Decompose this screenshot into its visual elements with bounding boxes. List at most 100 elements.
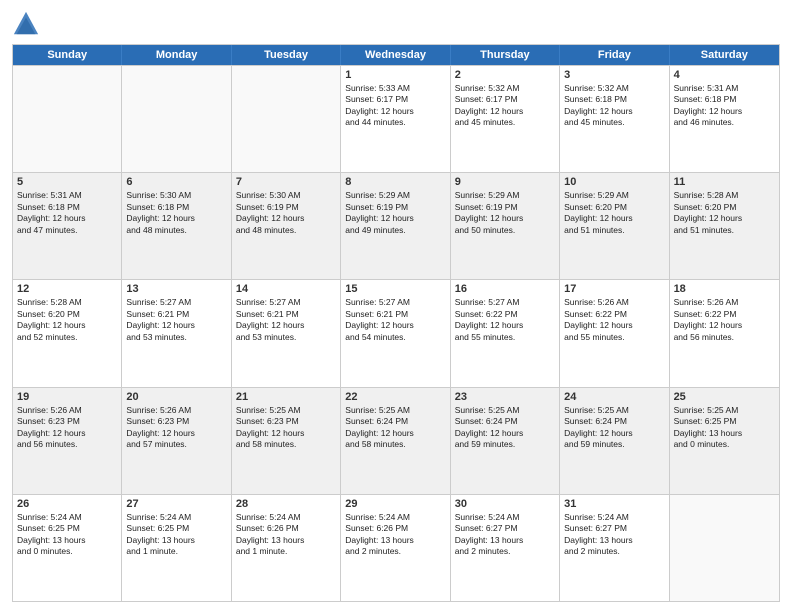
day-number: 7 (236, 176, 336, 188)
weekday-header-friday: Friday (560, 45, 669, 65)
day-info: Sunrise: 5:26 AM Sunset: 6:23 PM Dayligh… (17, 405, 117, 451)
day-info: Sunrise: 5:29 AM Sunset: 6:20 PM Dayligh… (564, 190, 664, 236)
day-info: Sunrise: 5:26 AM Sunset: 6:22 PM Dayligh… (674, 297, 775, 343)
day-cell-11: 11Sunrise: 5:28 AM Sunset: 6:20 PM Dayli… (670, 173, 779, 279)
day-number: 30 (455, 498, 555, 510)
day-cell-5: 5 Sunrise: 5:31 AM Sunset: 6:18 PM Daylig… (13, 173, 122, 279)
empty-cell-r4c6 (670, 495, 779, 601)
day-cell-9: 9Sunrise: 5:29 AM Sunset: 6:19 PM Daylig… (451, 173, 560, 279)
day-number: 21 (236, 391, 336, 403)
day-cell-6: 6Sunrise: 5:30 AM Sunset: 6:18 PM Daylig… (122, 173, 231, 279)
day-cell-30: 30 Sunrise: 5:24 AM Sunset: 6:27 PM Dayli… (451, 495, 560, 601)
day-number: 17 (564, 283, 664, 295)
day-number: 25 (674, 391, 775, 403)
day-number: 18 (674, 283, 775, 295)
day-info: Sunrise: 5:24 AM Sunset: 6:26 PM Dayligh… (345, 512, 445, 558)
day-number: 2 (455, 69, 555, 81)
day-cell-2: 2 Sunrise: 5:32 AM Sunset: 6:17 PM Daylig… (451, 66, 560, 172)
logo (12, 10, 44, 38)
day-info: Sunrise: 5:32 AM Sunset: 6:18 PM Dayligh… (564, 83, 664, 129)
day-number: 13 (126, 283, 226, 295)
weekday-header-tuesday: Tuesday (232, 45, 341, 65)
day-cell-10: 10Sunrise: 5:29 AM Sunset: 6:20 PM Dayli… (560, 173, 669, 279)
day-cell-21: 21 Sunrise: 5:25 AM Sunset: 6:23 PM Dayli… (232, 388, 341, 494)
day-number: 24 (564, 391, 664, 403)
day-cell-23: 23Sunrise: 5:25 AM Sunset: 6:24 PM Dayli… (451, 388, 560, 494)
day-cell-20: 20 Sunrise: 5:26 AM Sunset: 6:23 PM Dayli… (122, 388, 231, 494)
day-info: Sunrise: 5:27 AM Sunset: 6:22 PM Dayligh… (455, 297, 555, 343)
day-number: 15 (345, 283, 445, 295)
calendar-row-2: 5 Sunrise: 5:31 AM Sunset: 6:18 PM Daylig… (13, 172, 779, 279)
day-info: Sunrise: 5:29 AM Sunset: 6:19 PM Dayligh… (455, 190, 555, 236)
day-number: 20 (126, 391, 226, 403)
calendar-row-4: 19 Sunrise: 5:26 AM Sunset: 6:23 PM Dayli… (13, 387, 779, 494)
day-info: Sunrise: 5:26 AM Sunset: 6:22 PM Dayligh… (564, 297, 664, 343)
calendar-body: 1Sunrise: 5:33 AM Sunset: 6:17 PM Daylig… (13, 65, 779, 601)
header (12, 10, 780, 38)
day-cell-16: 16 Sunrise: 5:27 AM Sunset: 6:22 PM Dayli… (451, 280, 560, 386)
weekday-header-saturday: Saturday (670, 45, 779, 65)
day-number: 23 (455, 391, 555, 403)
day-cell-27: 27Sunrise: 5:24 AM Sunset: 6:25 PM Dayli… (122, 495, 231, 601)
day-cell-19: 19 Sunrise: 5:26 AM Sunset: 6:23 PM Dayli… (13, 388, 122, 494)
day-cell-17: 17 Sunrise: 5:26 AM Sunset: 6:22 PM Dayli… (560, 280, 669, 386)
day-number: 28 (236, 498, 336, 510)
calendar-row-1: 1Sunrise: 5:33 AM Sunset: 6:17 PM Daylig… (13, 65, 779, 172)
day-cell-24: 24 Sunrise: 5:25 AM Sunset: 6:24 PM Dayli… (560, 388, 669, 494)
day-info: Sunrise: 5:25 AM Sunset: 6:24 PM Dayligh… (345, 405, 445, 451)
day-number: 19 (17, 391, 117, 403)
calendar-page: SundayMondayTuesdayWednesdayThursdayFrid… (0, 0, 792, 612)
day-info: Sunrise: 5:24 AM Sunset: 6:26 PM Dayligh… (236, 512, 336, 558)
day-number: 1 (345, 69, 445, 81)
day-info: Sunrise: 5:30 AM Sunset: 6:19 PM Dayligh… (236, 190, 336, 236)
weekday-header-thursday: Thursday (451, 45, 560, 65)
weekday-header-wednesday: Wednesday (341, 45, 450, 65)
day-info: Sunrise: 5:24 AM Sunset: 6:25 PM Dayligh… (17, 512, 117, 558)
day-cell-18: 18 Sunrise: 5:26 AM Sunset: 6:22 PM Dayli… (670, 280, 779, 386)
day-number: 26 (17, 498, 117, 510)
day-cell-12: 12Sunrise: 5:28 AM Sunset: 6:20 PM Dayli… (13, 280, 122, 386)
weekday-header-sunday: Sunday (13, 45, 122, 65)
day-cell-26: 26 Sunrise: 5:24 AM Sunset: 6:25 PM Dayli… (13, 495, 122, 601)
day-cell-4: 4Sunrise: 5:31 AM Sunset: 6:18 PM Daylig… (670, 66, 779, 172)
logo-icon (12, 10, 40, 38)
day-number: 16 (455, 283, 555, 295)
day-info: Sunrise: 5:31 AM Sunset: 6:18 PM Dayligh… (17, 190, 117, 236)
day-info: Sunrise: 5:25 AM Sunset: 6:23 PM Dayligh… (236, 405, 336, 451)
empty-cell-r0c2 (232, 66, 341, 172)
day-number: 27 (126, 498, 226, 510)
calendar-row-5: 26 Sunrise: 5:24 AM Sunset: 6:25 PM Dayli… (13, 494, 779, 601)
weekday-header-monday: Monday (122, 45, 231, 65)
day-cell-14: 14 Sunrise: 5:27 AM Sunset: 6:21 PM Dayli… (232, 280, 341, 386)
empty-cell-r0c0 (13, 66, 122, 172)
day-cell-15: 15 Sunrise: 5:27 AM Sunset: 6:21 PM Dayli… (341, 280, 450, 386)
day-number: 8 (345, 176, 445, 188)
day-number: 29 (345, 498, 445, 510)
day-cell-7: 7 Sunrise: 5:30 AM Sunset: 6:19 PM Daylig… (232, 173, 341, 279)
day-number: 31 (564, 498, 664, 510)
day-cell-22: 22 Sunrise: 5:25 AM Sunset: 6:24 PM Dayli… (341, 388, 450, 494)
day-cell-1: 1Sunrise: 5:33 AM Sunset: 6:17 PM Daylig… (341, 66, 450, 172)
day-info: Sunrise: 5:27 AM Sunset: 6:21 PM Dayligh… (345, 297, 445, 343)
calendar: SundayMondayTuesdayWednesdayThursdayFrid… (12, 44, 780, 602)
day-info: Sunrise: 5:26 AM Sunset: 6:23 PM Dayligh… (126, 405, 226, 451)
day-info: Sunrise: 5:24 AM Sunset: 6:27 PM Dayligh… (455, 512, 555, 558)
day-number: 14 (236, 283, 336, 295)
day-info: Sunrise: 5:27 AM Sunset: 6:21 PM Dayligh… (126, 297, 226, 343)
day-number: 12 (17, 283, 117, 295)
day-number: 5 (17, 176, 117, 188)
day-number: 4 (674, 69, 775, 81)
day-info: Sunrise: 5:27 AM Sunset: 6:21 PM Dayligh… (236, 297, 336, 343)
day-cell-25: 25 Sunrise: 5:25 AM Sunset: 6:25 PM Dayli… (670, 388, 779, 494)
day-number: 22 (345, 391, 445, 403)
day-cell-29: 29 Sunrise: 5:24 AM Sunset: 6:26 PM Dayli… (341, 495, 450, 601)
day-cell-28: 28 Sunrise: 5:24 AM Sunset: 6:26 PM Dayli… (232, 495, 341, 601)
empty-cell-r0c1 (122, 66, 231, 172)
day-info: Sunrise: 5:25 AM Sunset: 6:25 PM Dayligh… (674, 405, 775, 451)
day-number: 6 (126, 176, 226, 188)
day-cell-8: 8 Sunrise: 5:29 AM Sunset: 6:19 PM Daylig… (341, 173, 450, 279)
day-info: Sunrise: 5:29 AM Sunset: 6:19 PM Dayligh… (345, 190, 445, 236)
day-info: Sunrise: 5:32 AM Sunset: 6:17 PM Dayligh… (455, 83, 555, 129)
day-info: Sunrise: 5:25 AM Sunset: 6:24 PM Dayligh… (564, 405, 664, 451)
calendar-header: SundayMondayTuesdayWednesdayThursdayFrid… (13, 45, 779, 65)
